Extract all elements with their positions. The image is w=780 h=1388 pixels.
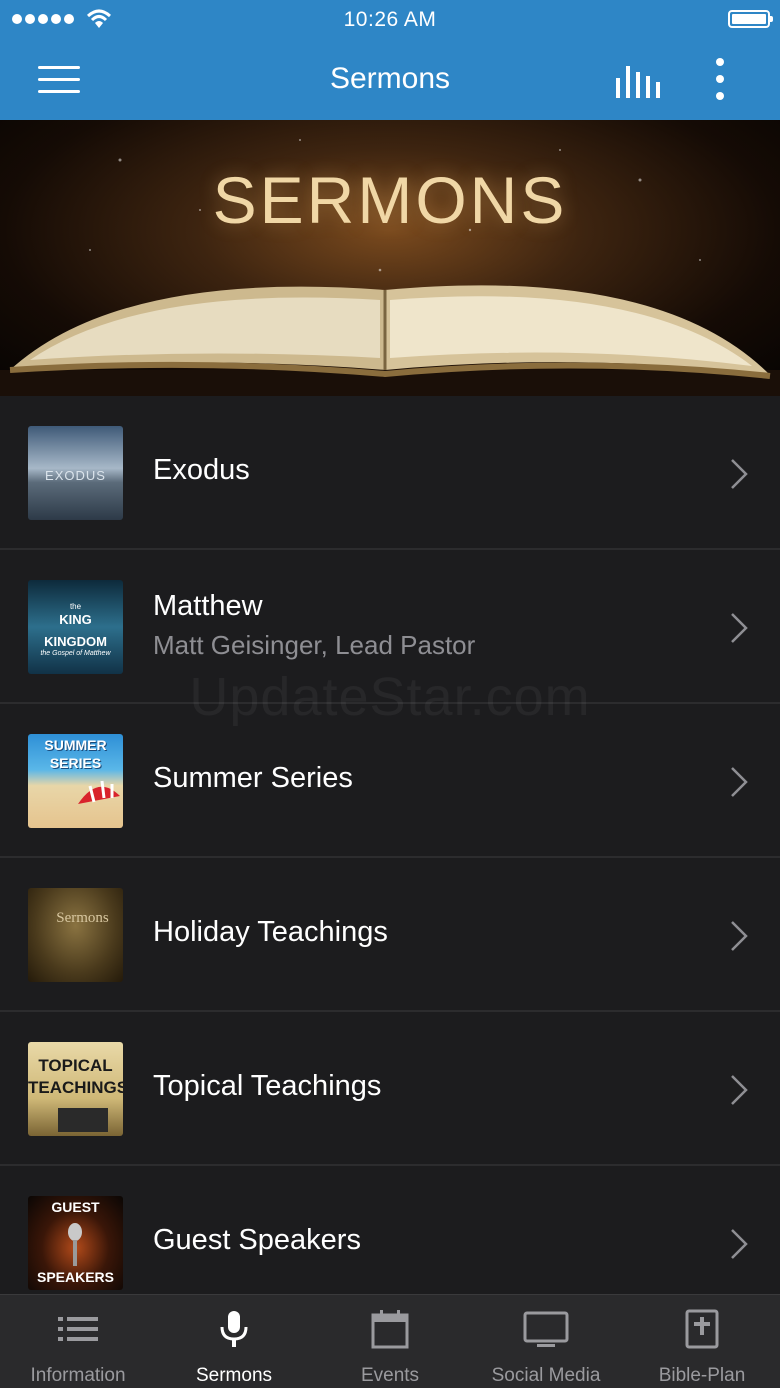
chevron-right-icon (731, 459, 748, 489)
microphone-icon (220, 1311, 248, 1347)
chevron-right-icon (731, 613, 748, 643)
sermons-banner: SERMONS (0, 120, 780, 396)
status-time: 10:26 AM (343, 8, 437, 31)
microphone-image (68, 1223, 82, 1266)
series-thumbnail: GUEST SPEAKERS (28, 1196, 123, 1290)
chevron-right-icon (731, 1075, 748, 1105)
list-item[interactable]: SUMMER SERIES Summer Series (0, 704, 780, 858)
series-title: Topical Teachings (153, 1070, 382, 1102)
battery-icon (728, 10, 773, 28)
chevron-right-icon (731, 921, 748, 951)
books-image (58, 1108, 108, 1132)
chevron-right-icon (731, 767, 748, 797)
calendar-icon (371, 1310, 409, 1349)
series-thumbnail: Sermons (28, 888, 123, 982)
sermon-series-list: EXODUS Exodus the KING KINGDOM the Gospe… (0, 396, 780, 1320)
list-item[interactable]: Sermons Holiday Teachings (0, 858, 780, 1012)
app-header: 10:26 AM Sermons (0, 0, 780, 120)
tab-events[interactable]: Events (312, 1295, 468, 1388)
tab-label: Bible-Plan (658, 1365, 746, 1386)
beach-umbrella-icon (78, 780, 120, 804)
thumbnail-text: KINGDOM (44, 634, 107, 649)
thumbnail-text: EXODUS (45, 468, 106, 483)
page-title: Sermons (329, 62, 451, 95)
thumbnail-text: Sermons (56, 910, 109, 926)
tab-social-media[interactable]: Social Media (468, 1295, 624, 1388)
bible-icon (685, 1309, 719, 1349)
series-title: Holiday Teachings (153, 916, 388, 948)
tab-label: Information (30, 1365, 126, 1386)
thumbnail-text: the Gospel of Matthew (40, 650, 111, 657)
tab-bible-plan[interactable]: Bible-Plan (624, 1295, 780, 1388)
list-icon (58, 1317, 98, 1341)
chevron-right-icon (731, 1229, 748, 1259)
thumbnail-text: TOPICAL (38, 1056, 113, 1075)
tab-label: Social Media (491, 1365, 601, 1386)
thumbnail-text: the (69, 602, 82, 611)
tab-sermons[interactable]: Sermons (156, 1295, 312, 1388)
series-title: Matthew (153, 590, 263, 622)
list-item[interactable]: the KING KINGDOM the Gospel of Matthew M… (0, 550, 780, 704)
list-item[interactable]: EXODUS Exodus (0, 396, 780, 550)
list-item[interactable]: TOPICAL TEACHINGS Topical Teachings (0, 1012, 780, 1166)
series-thumbnail: SUMMER SERIES (28, 734, 123, 828)
series-subtitle: Matt Geisinger, Lead Pastor (153, 630, 476, 660)
tab-label: Events (360, 1365, 420, 1386)
tab-information[interactable]: Information (0, 1295, 156, 1388)
banner-title: SERMONS (212, 163, 568, 237)
series-title: Summer Series (153, 762, 353, 794)
series-title: Guest Speakers (153, 1224, 361, 1256)
series-thumbnail: the KING KINGDOM the Gospel of Matthew (28, 580, 123, 674)
thumbnail-text: KING (59, 612, 92, 627)
series-thumbnail: EXODUS (28, 426, 123, 520)
tab-label: Sermons (195, 1365, 273, 1386)
monitor-icon (523, 1311, 569, 1347)
series-title: Exodus (153, 454, 250, 486)
tab-bar: Information Sermons Events Social Media … (0, 1294, 780, 1388)
series-thumbnail: TOPICAL TEACHINGS (28, 1042, 123, 1136)
thumbnail-text: TEACHINGS (28, 1078, 123, 1097)
status-bar: 10:26 AM (0, 0, 780, 40)
more-options-button[interactable] (708, 58, 732, 100)
equalizer-icon[interactable] (612, 62, 662, 98)
